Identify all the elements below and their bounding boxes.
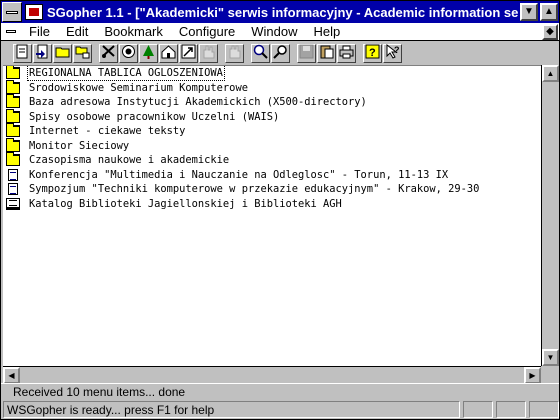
menu-bookmark[interactable]: Bookmark: [96, 24, 171, 39]
toolbar-button-help[interactable]: ?: [363, 43, 382, 63]
folder-icon: [6, 66, 20, 80]
cut-icon: [101, 44, 116, 62]
folder-icon: [6, 94, 20, 109]
folder-icon: [6, 123, 20, 138]
toolbar-button-cut[interactable]: [99, 43, 118, 63]
system-menu-button[interactable]: [2, 2, 22, 22]
list-item[interactable]: Spisy osobowe pracownikow Uczelni (WAIS): [3, 108, 541, 125]
svg-text:?: ?: [369, 47, 376, 59]
list-item-label: Internet - ciekawe teksty: [29, 125, 186, 138]
folder-icon: [6, 108, 20, 123]
open-document-icon: [15, 44, 30, 62]
toolbar: ??: [1, 42, 559, 64]
list-item[interactable]: Konferencja "Multimedia i Nauczanie na O…: [3, 168, 541, 183]
menu-file[interactable]: File: [21, 24, 58, 39]
status-message: Received 10 menu items... done: [1, 383, 559, 399]
list-item[interactable]: Sympozjum "Techniki komputerowe w przeka…: [3, 182, 541, 197]
toolbar-button-jump[interactable]: [179, 43, 198, 63]
toolbar-button-search[interactable]: [271, 43, 290, 63]
scroll-left-button[interactable]: ◀: [3, 367, 20, 384]
folder-icon: [6, 137, 20, 152]
toolbar-button-save: [297, 43, 316, 63]
maximize-button[interactable]: ▲: [540, 3, 558, 21]
toolbar-button-print[interactable]: [337, 43, 356, 63]
list-item-label: Konferencja "Multimedia i Nauczanie na O…: [29, 168, 449, 181]
list-item[interactable]: Czasopisma naukowe i akademickie: [3, 152, 541, 168]
list-item[interactable]: Monitor Sieciowy: [3, 137, 541, 154]
list-item[interactable]: Internet - ciekawe teksty: [3, 123, 541, 139]
menu-bar: File Edit Bookmark Configure Window Help…: [1, 23, 559, 41]
svg-text:?: ?: [394, 45, 400, 55]
minimize-button[interactable]: ▼: [520, 3, 538, 21]
list-item-label: Sympozjum "Techniki komputerowe w przeka…: [29, 183, 480, 196]
gopher-menu-list[interactable]: REGIONALNA TABLICA OGLOSZENIOWA Srodowisk…: [3, 65, 541, 366]
hand-icon: [201, 44, 216, 62]
toolbar-button-tree[interactable]: [139, 43, 158, 63]
list-item-label: Katalog Biblioteki Jagiellonskiej i Bibl…: [29, 197, 342, 210]
toolbar-button-target[interactable]: [119, 43, 138, 63]
toolbar-button-new-document[interactable]: [33, 43, 52, 63]
menu-configure[interactable]: Configure: [171, 24, 243, 39]
target-icon: [121, 44, 136, 62]
window-title: SGopher 1.1 - ["Akademicki" serwis infor…: [47, 4, 519, 20]
list-item[interactable]: Baza adresowa Instytucji Akademickich (X…: [3, 94, 541, 110]
list-item[interactable]: Srodowiskowe Seminarium Komputerowe: [3, 79, 541, 96]
open-folder-icon: [55, 44, 70, 62]
scroll-down-button[interactable]: ▼: [542, 349, 559, 366]
help-icon: ?: [365, 44, 380, 62]
list-item-label: Czasopisma naukowe i akademickie: [29, 154, 230, 167]
scrollbar-corner: [541, 366, 559, 383]
toolbar-button-folder-tree[interactable]: [73, 43, 92, 63]
search-icon: [273, 44, 288, 62]
toolbar-button-home[interactable]: [159, 43, 178, 63]
folder-icon: [6, 152, 20, 167]
tree-icon: [141, 44, 156, 62]
toolbar-button-open-document[interactable]: [13, 43, 32, 63]
find-icon: [253, 44, 268, 62]
telnet-book-icon: [6, 197, 20, 210]
restore-document-button[interactable]: ◆: [542, 23, 558, 40]
list-item-label: Srodowiskowe Seminarium Komputerowe: [29, 81, 248, 94]
menu-window[interactable]: Window: [243, 24, 305, 39]
status-help-text: WSGopher is ready... press F1 for help: [3, 401, 460, 418]
title-bar[interactable]: SGopher 1.1 - ["Akademicki" serwis infor…: [1, 1, 559, 23]
toolbar-button-hand-stop: [225, 43, 244, 63]
toolbar-button-find[interactable]: [251, 43, 270, 63]
app-icon: [25, 4, 43, 20]
folder-icon: [6, 79, 20, 94]
folder-tree-icon: [75, 44, 90, 62]
list-item-label: Baza adresowa Instytucji Akademickich (X…: [29, 96, 367, 109]
list-item-label: Spisy osobowe pracownikow Uczelni (WAIS): [29, 110, 280, 123]
vertical-scrollbar[interactable]: ▲ ▼: [541, 65, 559, 366]
print-icon: [339, 44, 354, 62]
menu-edit[interactable]: Edit: [58, 24, 96, 39]
toolbar-button-paste[interactable]: [317, 43, 336, 63]
toolbar-button-context-help[interactable]: ?: [383, 43, 402, 63]
home-icon: [161, 44, 176, 62]
status-panel-1: [463, 401, 493, 418]
text-document-icon: [8, 183, 18, 196]
document-system-menu-button[interactable]: [1, 24, 21, 40]
paste-icon: [319, 44, 334, 62]
hand-stop-icon: [227, 44, 242, 62]
list-item-label: REGIONALNA TABLICA OGLOSZENIOWA: [27, 66, 225, 82]
app-window: SGopher 1.1 - ["Akademicki" serwis infor…: [0, 0, 560, 420]
save-icon: [299, 44, 314, 62]
status-panel-3: [529, 401, 559, 418]
scroll-right-button[interactable]: ▶: [524, 367, 541, 384]
status-panel-2: [496, 401, 526, 418]
list-item[interactable]: REGIONALNA TABLICA OGLOSZENIOWA: [3, 66, 541, 82]
toolbar-button-hand: [199, 43, 218, 63]
list-item-label: Monitor Sieciowy: [29, 139, 130, 152]
text-document-icon: [8, 168, 18, 181]
list-item[interactable]: Katalog Biblioteki Jagiellonskiej i Bibl…: [3, 197, 541, 212]
jump-icon: [181, 44, 196, 62]
menu-help[interactable]: Help: [306, 24, 349, 39]
horizontal-scrollbar[interactable]: ◀ ▶: [3, 366, 541, 384]
toolbar-button-open-folder[interactable]: [53, 43, 72, 63]
status-bar: WSGopher is ready... press F1 for help: [1, 400, 559, 419]
new-document-icon: [35, 44, 50, 62]
scroll-up-button[interactable]: ▲: [542, 65, 559, 82]
context-help-icon: ?: [385, 43, 400, 62]
